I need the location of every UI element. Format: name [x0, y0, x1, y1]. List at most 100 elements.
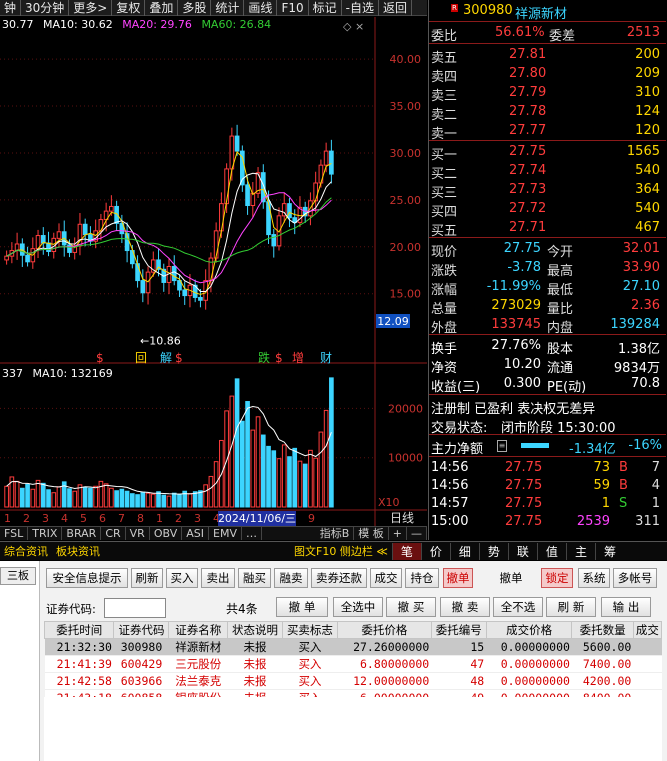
trade-button[interactable]: 融买	[238, 568, 271, 588]
column-header[interactable]: 委托数量	[571, 621, 634, 639]
cancel-button[interactable]: 输 出	[601, 597, 651, 617]
toolbar-item[interactable]: 更多>	[69, 0, 113, 16]
volume-bar	[271, 450, 277, 508]
column-header[interactable]: 委托价格	[336, 621, 432, 639]
event-marker[interactable]: $	[275, 351, 283, 365]
indicator-tab[interactable]: ASI	[182, 527, 209, 540]
trade-button[interactable]: 锁定	[541, 568, 573, 588]
candle-body	[198, 296, 203, 301]
order-row[interactable]: 21:32:30 300980 祥源新材 未报 买入 27.26000000 15 0.000…	[44, 638, 662, 656]
bid-row: 买三 27.73 364	[429, 180, 666, 201]
period-label[interactable]: 日线	[390, 511, 414, 525]
template-tab[interactable]: +	[389, 527, 407, 540]
detail-tab[interactable]: 联	[507, 542, 537, 560]
event-marker[interactable]: 增	[292, 351, 304, 365]
indicator-tab[interactable]: VR	[126, 527, 150, 540]
order-cell-no: 47	[431, 655, 487, 673]
detail-tab[interactable]: 值	[536, 542, 566, 560]
template-tab[interactable]: 指标B	[316, 527, 355, 540]
stat-value: 273029	[491, 298, 541, 313]
detail-tab[interactable]: 价	[420, 542, 450, 560]
trade-button[interactable]: 融卖	[274, 568, 308, 588]
column-header[interactable]: 证券名称	[168, 621, 228, 639]
trade-button[interactable]: 成交	[370, 568, 402, 588]
cancel-button[interactable]: 撤 单	[276, 597, 328, 617]
column-header[interactable]: 委托时间	[43, 621, 115, 639]
flow-toggle-icon[interactable]: ≡	[497, 440, 507, 452]
trade-button[interactable]: 多帐号	[613, 568, 657, 588]
trade-button[interactable]: 持仓	[405, 568, 439, 588]
toolbar-item[interactable]: 多股	[178, 0, 212, 16]
template-tab[interactable]: 模 板	[354, 527, 389, 540]
order-row[interactable]: 21:41:39 600429 三元股份 未报 买入 6.80000000 47 0.0000…	[44, 655, 662, 673]
event-marker[interactable]: $	[96, 351, 104, 365]
detail-tab[interactable]: 筹	[594, 542, 624, 560]
indicator-tab[interactable]: FSL	[0, 527, 29, 540]
info-tab-general[interactable]: 综合资讯	[0, 543, 52, 559]
event-marker[interactable]: $	[175, 351, 183, 365]
toolbar-item[interactable]: 钟	[0, 0, 22, 16]
toolbar-item[interactable]: 叠加	[145, 0, 179, 16]
column-header[interactable]: 成交价格	[485, 621, 573, 639]
detail-tab[interactable]: 主	[565, 542, 595, 560]
volume-bar	[329, 377, 334, 508]
indicator-tab[interactable]: TRIX	[28, 527, 63, 540]
event-marker[interactable]: 解	[160, 351, 172, 365]
event-marker[interactable]: 财	[320, 351, 332, 365]
indicator-tab[interactable]: CR	[101, 527, 126, 540]
volume-bar	[35, 479, 41, 508]
trade-button[interactable]: 卖券还款	[311, 568, 367, 588]
indicator-tab[interactable]: BRAR	[62, 527, 102, 540]
ask-price: 27.78	[509, 104, 547, 119]
indicator-tab[interactable]: EMV	[209, 527, 242, 540]
bid-price: 27.71	[509, 220, 547, 235]
event-marker[interactable]: 回	[135, 351, 147, 365]
detail-tab[interactable]: 细	[449, 542, 479, 560]
toolbar-item[interactable]: 返回	[379, 0, 412, 16]
indicator-tab[interactable]: OBV	[150, 527, 183, 540]
toolbar-item[interactable]: 统计	[211, 0, 245, 16]
trade-button[interactable]: 撤单	[492, 568, 530, 588]
candle-body	[234, 135, 240, 152]
event-marker[interactable]: 跌	[258, 350, 270, 365]
f10-sidebar-link[interactable]: 图文F10 侧边栏 ≪	[290, 543, 392, 559]
main-flow-row[interactable]: 主力净额 ≡ -1.34亿 -16%	[429, 436, 666, 457]
kline-chart-area[interactable]: 40.00 35.00 30.00 25.00 20.00 15.00 12.09 ←10.8…	[0, 17, 427, 540]
cancel-button[interactable]: 撤 买	[386, 597, 436, 617]
column-header[interactable]: 买卖标志	[281, 621, 338, 639]
toolbar-item[interactable]: 标记	[309, 0, 342, 16]
bid-row: 买四 27.72 540	[429, 199, 666, 220]
tab-third-board[interactable]: 三板	[0, 567, 36, 585]
toolbar-item[interactable]: 30分钟	[21, 0, 70, 16]
kline-chart[interactable]: 40.00 35.00 30.00 25.00 20.00 15.00 12.09 ←10.8…	[0, 17, 427, 526]
cancel-button[interactable]: 全不选	[493, 597, 543, 617]
detail-tab[interactable]: 笔	[391, 542, 421, 560]
order-row[interactable]: 21:42:58 603966 法兰泰克 未报 买入 12.00000000 48 0.000…	[44, 672, 662, 690]
cancel-button[interactable]: 撤 卖	[440, 597, 490, 617]
security-code-input[interactable]	[104, 598, 166, 618]
column-header[interactable]: 状态说明	[226, 621, 283, 639]
info-tab-sector[interactable]: 板块资讯	[52, 543, 104, 559]
indicator-tab[interactable]: …	[242, 527, 262, 540]
stat-row: 总量 273029 量比 2.36	[429, 296, 666, 317]
trade-button[interactable]: 刷新	[131, 568, 163, 588]
column-header[interactable]: 成交	[632, 621, 663, 639]
trade-button[interactable]: 卖出	[201, 568, 235, 588]
trade-button[interactable]: 撤单	[443, 568, 473, 588]
toolbar-item[interactable]: F10	[277, 0, 309, 16]
toolbar-item[interactable]: -自选	[342, 0, 379, 16]
trade-button[interactable]: 安全信息提示	[46, 568, 128, 588]
cancel-button[interactable]: 全选中	[333, 597, 383, 617]
order-cell-status: 未报	[227, 672, 283, 690]
volume-bar	[135, 494, 140, 508]
column-header[interactable]: 证券代码	[113, 621, 170, 639]
toolbar-item[interactable]: 画线	[244, 0, 278, 16]
collapse-diamond-icon[interactable]: ◇ ×	[343, 20, 364, 33]
trade-button[interactable]: 买入	[166, 568, 198, 588]
detail-tab[interactable]: 势	[478, 542, 508, 560]
template-tab[interactable]: —	[407, 527, 427, 540]
trade-button[interactable]: 系统	[578, 568, 610, 588]
toolbar-item[interactable]: 复权	[112, 0, 146, 16]
cancel-button[interactable]: 刷 新	[546, 597, 596, 617]
column-header[interactable]: 委托编号	[430, 621, 487, 639]
